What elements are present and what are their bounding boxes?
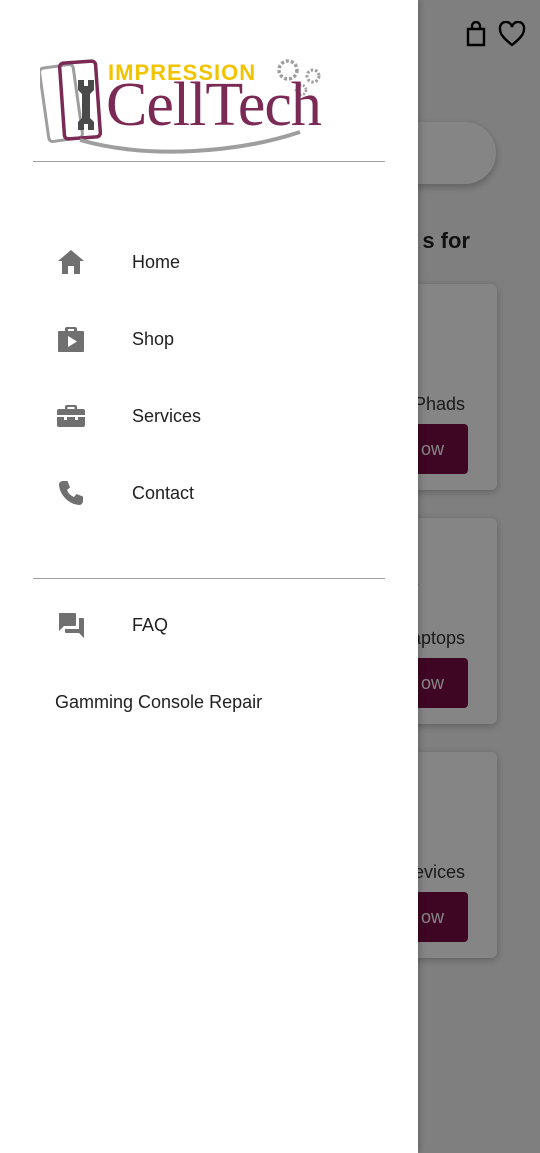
logo-wordmark: CellTech	[106, 71, 322, 139]
nav-item-gaming-console-repair[interactable]: Gamming Console Repair	[0, 672, 418, 732]
nav-label: Services	[132, 405, 202, 426]
header-divider	[33, 161, 385, 162]
forum-icon	[55, 609, 87, 641]
brand-logo: IMPRESSION CellTech	[40, 56, 385, 156]
nav-item-shop[interactable]: Shop	[0, 309, 418, 369]
nav-label: Home	[132, 251, 181, 272]
toolbox-icon	[55, 400, 87, 432]
nav-item-home[interactable]: Home	[0, 232, 418, 292]
navigation-drawer: IMPRESSION CellTech Home Shop Services C…	[0, 0, 418, 1153]
shop-icon	[55, 323, 87, 355]
home-icon	[55, 246, 87, 278]
nav-item-services[interactable]: Services	[0, 386, 418, 446]
nav-label: FAQ	[132, 614, 169, 635]
phone-icon	[55, 477, 87, 509]
nav-label: Contact	[132, 482, 195, 503]
nav-label: Gamming Console Repair	[55, 691, 263, 712]
nav-label: Shop	[132, 328, 175, 349]
section-divider	[33, 578, 385, 579]
nav-item-faq[interactable]: FAQ	[0, 595, 418, 655]
nav-item-contact[interactable]: Contact	[0, 463, 418, 523]
